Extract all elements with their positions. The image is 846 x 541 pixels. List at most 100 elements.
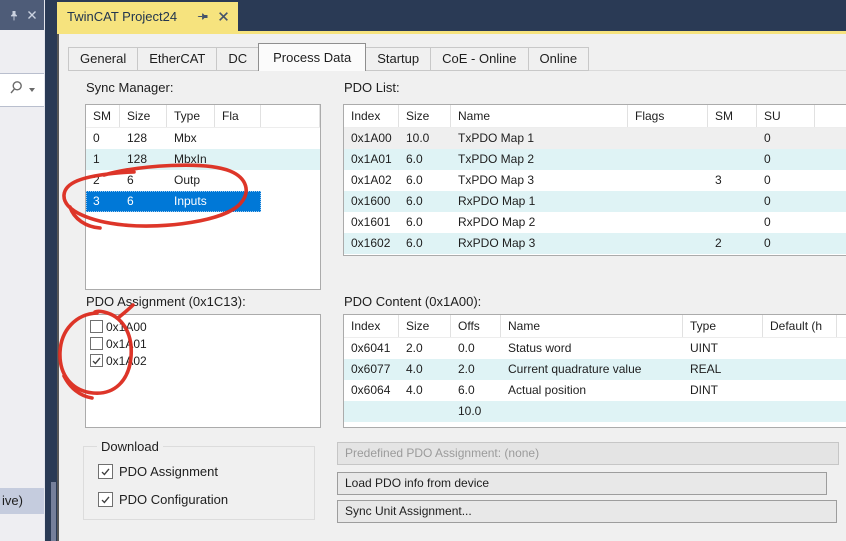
tool-window-bottom-item[interactable]: ive) [0,488,44,514]
column-header[interactable]: SM [708,105,757,127]
document-tab[interactable]: TwinCAT Project24 [57,2,238,31]
table-row[interactable]: 10.0 [344,401,846,422]
row-filler [837,380,846,401]
row-filler [815,128,846,149]
screen: ive) TwinCAT Project24 GeneralEtherCATDC… [0,0,846,541]
row-filler [815,149,846,170]
cell: RxPDO Map 1 [451,191,628,212]
header-filler [815,105,846,127]
checkbox-checked[interactable] [90,354,103,367]
checkbox-unchecked[interactable] [90,320,103,333]
column-header[interactable]: Default (h [763,315,837,337]
sync-unit-assignment-button[interactable]: Sync Unit Assignment... [337,500,837,523]
column-header[interactable]: Type [167,105,215,127]
table-row[interactable]: 36Inputs [86,191,320,212]
row-filler [261,170,320,191]
cell: Status word [501,338,683,359]
cell: 2.0 [399,338,451,359]
cell: 4.0 [399,359,451,380]
cell [344,401,399,422]
column-header[interactable]: SU [757,105,815,127]
cell: 6.0 [399,233,451,254]
checkbox-unchecked[interactable] [90,337,103,350]
document-body: GeneralEtherCATDCProcess DataStartupCoE … [57,34,846,541]
cell: MbxIn [167,149,215,170]
tab-general[interactable]: General [68,47,138,71]
pin-icon[interactable] [197,11,210,23]
table-row[interactable]: 1128MbxIn [86,149,320,170]
search-input[interactable] [0,73,44,107]
cell [501,401,683,422]
table-row[interactable]: 0x60412.00.0Status wordUINT [344,338,846,359]
column-header[interactable]: Type [683,315,763,337]
table-row[interactable]: 0128Mbx [86,128,320,149]
tab-startup[interactable]: Startup [365,47,431,71]
cell [763,380,837,401]
table-row[interactable]: 0x16006.0RxPDO Map 10 [344,191,846,212]
column-header[interactable]: SM [86,105,120,127]
cell: 3 [708,170,757,191]
cell: 2 [708,233,757,254]
close-icon[interactable] [27,10,37,20]
predefined-pdo-assignment-button[interactable]: Predefined PDO Assignment: (none) [337,442,839,465]
download-options: PDO AssignmentPDO Configuration [84,447,314,513]
table-row[interactable]: 0x16016.0RxPDO Map 20 [344,212,846,233]
column-header[interactable]: Fla [215,105,261,127]
cell [628,233,708,254]
table-row[interactable]: 0x16026.0RxPDO Map 320 [344,233,846,254]
table-row[interactable]: 0x60644.06.0Actual positionDINT [344,380,846,401]
checkbox-checked[interactable] [98,464,113,479]
table-row[interactable]: 0x1A0010.0TxPDO Map 10 [344,128,846,149]
pin-icon[interactable] [8,9,20,22]
checkbox-item[interactable]: 0x1A02 [90,352,320,369]
column-header[interactable]: Flags [628,105,708,127]
search-icon [9,80,24,100]
checkbox-item[interactable]: 0x1A00 [90,318,320,335]
cell: UINT [683,338,763,359]
checkbox-item[interactable]: PDO Assignment [84,457,314,485]
cell: 10.0 [399,128,451,149]
cell [708,191,757,212]
column-header[interactable]: Index [344,105,399,127]
table-row[interactable]: 0x60774.02.0Current quadrature valueREAL [344,359,846,380]
cell: RxPDO Map 3 [451,233,628,254]
checkbox-item[interactable]: 0x1A01 [90,335,320,352]
tab-ethercat[interactable]: EtherCAT [137,47,217,71]
cell: 128 [120,149,167,170]
tab-coe-online[interactable]: CoE - Online [430,47,528,71]
chevron-down-icon[interactable] [29,88,35,92]
check-icon [100,494,111,505]
row-filler [261,128,320,149]
cell: REAL [683,359,763,380]
splitter-handle[interactable] [51,482,56,541]
checkbox-item[interactable]: PDO Configuration [84,485,314,513]
table-row[interactable]: 0x1A016.0TxPDO Map 20 [344,149,846,170]
column-header[interactable]: Size [120,105,167,127]
cell: 6.0 [399,149,451,170]
column-header[interactable]: Name [451,105,628,127]
tab-online[interactable]: Online [528,47,590,71]
tab-process-data[interactable]: Process Data [258,43,366,71]
column-header[interactable]: Index [344,315,399,337]
column-header[interactable]: Size [399,315,451,337]
cell: Actual position [501,380,683,401]
cell: 0.0 [451,338,501,359]
cell [683,401,763,422]
cell: 128 [120,128,167,149]
dialog-tab-strip: GeneralEtherCATDCProcess DataStartupCoE … [68,43,588,71]
load-pdo-info-button[interactable]: Load PDO info from device [337,472,827,495]
column-header[interactable]: Offs [451,315,501,337]
table-row[interactable]: 26Outp [86,170,320,191]
cell: 0x1A00 [344,128,399,149]
close-icon[interactable] [218,11,229,22]
row-filler [837,359,846,380]
table-row[interactable]: 0x1A026.0TxPDO Map 330 [344,170,846,191]
column-header[interactable]: Name [501,315,683,337]
cell: 0 [757,128,815,149]
tab-dc[interactable]: DC [216,47,259,71]
cell: 10.0 [451,401,501,422]
checkbox-checked[interactable] [98,492,113,507]
column-header[interactable]: Size [399,105,451,127]
row-filler [815,212,846,233]
cell [215,170,261,191]
